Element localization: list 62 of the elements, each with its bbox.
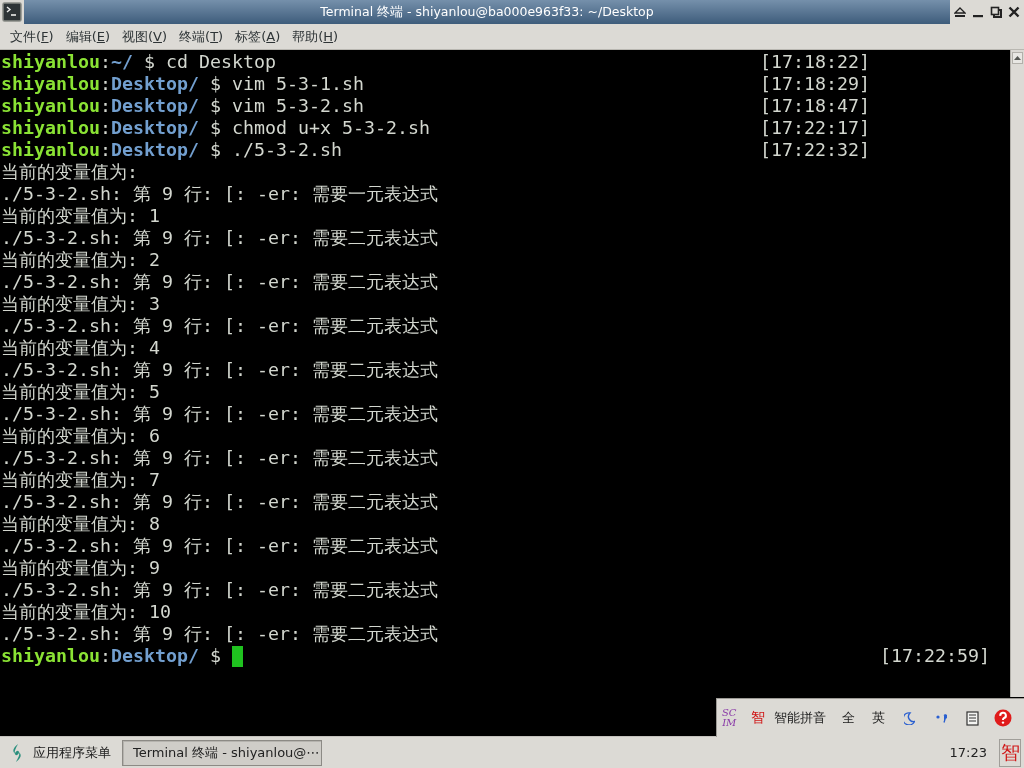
- command-line: shiyanlou:Desktop/ $ chmod u+x 5-3-2.sh: [1, 117, 430, 139]
- terminal-icon[interactable]: [2, 2, 22, 22]
- output-line: ./5-3-2.sh: 第 9 行: [: -er: 需要二元表达式: [1, 403, 438, 425]
- output-line: 当前的变量值为: 1: [1, 205, 160, 227]
- output-line: 当前的变量值为: 8: [1, 513, 160, 535]
- output-line: ./5-3-2.sh: 第 9 行: [: -er: 需要二元表达式: [1, 271, 438, 293]
- output-line: 当前的变量值为: 10: [1, 601, 171, 623]
- eject-icon[interactable]: [954, 6, 966, 18]
- menu-item[interactable]: 视图(V): [116, 25, 174, 48]
- tray-input-method-button[interactable]: 智: [999, 738, 1021, 767]
- output-line: 当前的变量值为: 7: [1, 469, 160, 491]
- output-line: 当前的变量值为: 5: [1, 381, 160, 403]
- moon-icon[interactable]: [903, 711, 915, 725]
- output-line: 当前的变量值为: 3: [1, 293, 160, 315]
- timestamp: [17:18:47]: [760, 95, 870, 117]
- output-line: ./5-3-2.sh: 第 9 行: [: -er: 需要二元表达式: [1, 359, 438, 381]
- input-mode-toggle[interactable]: 智: [750, 709, 765, 727]
- output-line: ./5-3-2.sh: 第 9 行: [: -er: 需要二元表达式: [1, 447, 438, 469]
- output-line: 当前的变量值为:: [1, 161, 138, 183]
- language-toggle[interactable]: 英: [871, 709, 885, 727]
- output-line: ./5-3-2.sh: 第 9 行: [: -er: 需要二元表达式: [1, 315, 438, 337]
- taskbar-window-button[interactable]: Terminal 终端 - shiyanlou@⋯: [122, 739, 322, 766]
- scim-logo[interactable]: SC IM: [722, 708, 737, 728]
- document-icon[interactable]: [965, 710, 979, 726]
- input-method-button[interactable]: 智能拼音: [773, 709, 826, 727]
- output-line: ./5-3-2.sh: 第 9 行: [: -er: 需要二元表达式: [1, 227, 438, 249]
- close-icon[interactable]: [1008, 6, 1020, 18]
- output-line: ./5-3-2.sh: 第 9 行: [: -er: 需要一元表达式: [1, 183, 438, 205]
- timestamp: [17:22:59]: [880, 645, 990, 667]
- timestamp: [17:18:29]: [760, 73, 870, 95]
- window-title: Terminal 终端 - shiyanlou@ba000e963f33: ~/Desktop: [320, 3, 654, 21]
- scroll-up-button[interactable]: [1012, 52, 1023, 64]
- timestamp: [17:22:32]: [760, 139, 870, 161]
- punctuation-icon[interactable]: [935, 712, 947, 724]
- command-line: shiyanlou:Desktop/ $ vim 5-3-1.sh: [1, 73, 364, 95]
- help-icon[interactable]: [993, 709, 1012, 727]
- output-line: ./5-3-2.sh: 第 9 行: [: -er: 需要二元表达式: [1, 579, 438, 601]
- command-line: shiyanlou:Desktop/ $: [1, 645, 221, 667]
- timestamp: [17:22:17]: [760, 117, 870, 139]
- output-line: ./5-3-2.sh: 第 9 行: [: -er: 需要二元表达式: [1, 535, 438, 557]
- output-line: 当前的变量值为: 6: [1, 425, 160, 447]
- menu-item[interactable]: 文件(F): [4, 25, 60, 48]
- app-menu-button[interactable]: 应用程序菜单: [0, 739, 119, 766]
- command-line: shiyanlou:~/ $ cd Desktop: [1, 51, 276, 73]
- command-line: shiyanlou:Desktop/ $ ./5-3-2.sh: [1, 139, 342, 161]
- output-line: ./5-3-2.sh: 第 9 行: [: -er: 需要二元表达式: [1, 491, 438, 513]
- scrollbar[interactable]: [1010, 50, 1024, 697]
- command-line: shiyanlou:Desktop/ $ vim 5-3-2.sh: [1, 95, 364, 117]
- menu-item[interactable]: 编辑(E): [59, 25, 116, 48]
- clock: 17:23: [949, 745, 987, 760]
- maximize-icon[interactable]: [990, 6, 1002, 18]
- output-line: 当前的变量值为: 2: [1, 249, 160, 271]
- output-line: 当前的变量值为: 9: [1, 557, 160, 579]
- output-line: 当前的变量值为: 4: [1, 337, 160, 359]
- menu-item[interactable]: 标签(A): [229, 25, 287, 48]
- leaf-icon: [11, 743, 23, 762]
- width-toggle[interactable]: 全: [841, 709, 855, 727]
- menu-item[interactable]: 帮助(H): [286, 25, 345, 48]
- menu-item[interactable]: 终端(T): [173, 25, 230, 48]
- timestamp: [17:18:22]: [760, 51, 870, 73]
- up-arrow-icon: [1014, 56, 1021, 60]
- output-line: ./5-3-2.sh: 第 9 行: [: -er: 需要二元表达式: [1, 623, 438, 645]
